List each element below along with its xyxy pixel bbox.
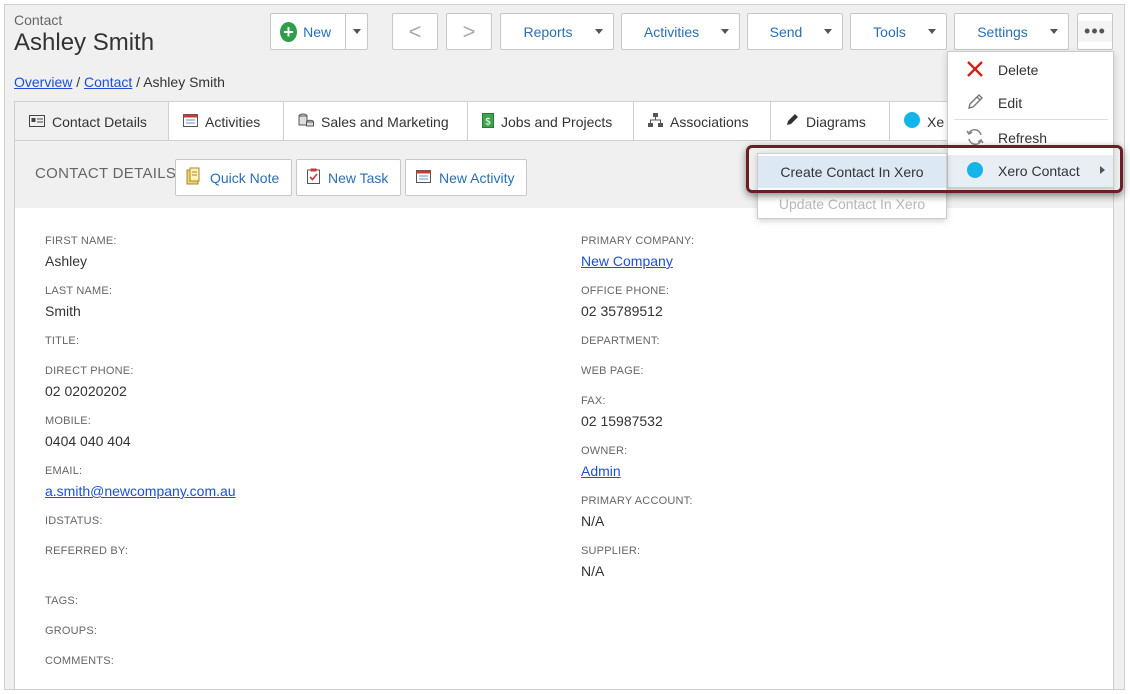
section-title: CONTACT DETAILS xyxy=(35,165,177,182)
callout-highlight xyxy=(746,145,1123,193)
field-first-name: FIRST NAME: Ashley xyxy=(45,235,117,269)
next-record-button[interactable]: > xyxy=(446,13,492,50)
clipboard-check-icon xyxy=(307,168,320,187)
breadcrumb-current: Ashley Smith xyxy=(143,74,225,90)
field-owner: OWNER: Admin xyxy=(581,445,628,479)
quick-note-button[interactable]: Quick Note xyxy=(175,159,293,196)
field-referred-by: REFERRED BY: xyxy=(45,545,129,557)
chevron-down-icon xyxy=(721,29,729,34)
record-tabs: Contact Details Activities Sales and Mar… xyxy=(14,101,949,141)
email-link[interactable]: a.smith@newcompany.com.au xyxy=(45,483,236,499)
new-task-button[interactable]: New Task xyxy=(296,159,402,196)
more-actions-button[interactable]: ••• xyxy=(1077,13,1113,50)
xero-icon xyxy=(904,112,920,131)
field-fax: FAX: 02 15987532 xyxy=(581,395,663,429)
breadcrumb-overview-link[interactable]: Overview xyxy=(14,74,72,90)
tab-associations[interactable]: Associations xyxy=(633,101,771,141)
tab-label: Jobs and Projects xyxy=(501,113,613,130)
tools-button[interactable]: Tools xyxy=(850,13,947,50)
new-task-label: New Task xyxy=(328,169,389,186)
tab-xero[interactable]: Xe xyxy=(889,101,949,141)
tab-diagrams[interactable]: Diagrams xyxy=(770,101,890,141)
menu-item-edit[interactable]: Edit xyxy=(948,87,1113,119)
settings-label: Settings xyxy=(977,23,1028,40)
field-title: TITLE: xyxy=(45,335,80,347)
tab-activities[interactable]: Activities xyxy=(168,101,284,141)
quick-note-label: Quick Note xyxy=(210,169,280,186)
tab-label: Activities xyxy=(205,113,261,130)
new-activity-label: New Activity xyxy=(439,169,515,186)
field-office-phone: OFFICE PHONE: 02 35789512 xyxy=(581,285,670,319)
plus-icon: + xyxy=(280,21,298,42)
breadcrumb: Overview / Contact / Ashley Smith xyxy=(14,74,225,90)
chevron-down-icon xyxy=(1050,29,1058,34)
field-primary-account: PRIMARY ACCOUNT: N/A xyxy=(581,495,693,529)
chevron-down-icon xyxy=(824,29,832,34)
pencil-icon xyxy=(960,93,990,114)
field-web-page: WEB PAGE: xyxy=(581,365,644,377)
field-primary-company: PRIMARY COMPANY: New Company xyxy=(581,235,695,269)
pencil-icon xyxy=(785,113,799,130)
hierarchy-icon xyxy=(648,112,663,131)
primary-company-link[interactable]: New Company xyxy=(581,253,694,269)
menu-item-delete[interactable]: Delete xyxy=(948,54,1113,86)
tab-contact-details[interactable]: Contact Details xyxy=(14,101,169,141)
new-activity-button[interactable]: New Activity xyxy=(405,159,528,196)
record-header: Contact Ashley Smith xyxy=(14,12,154,57)
field-groups: GROUPS: xyxy=(45,625,98,637)
field-mobile: MOBILE: 0404 040 404 xyxy=(45,415,131,449)
activities-button[interactable]: Activities xyxy=(621,13,740,50)
dollar-doc-icon: $ xyxy=(482,112,494,131)
field-comments: COMMENTS: xyxy=(45,655,115,667)
send-label: Send xyxy=(769,23,803,40)
reports-label: Reports xyxy=(523,23,573,40)
tab-label: Diagrams xyxy=(806,113,866,130)
tab-jobs-and-projects[interactable]: $ Jobs and Projects xyxy=(467,101,634,141)
tools-label: Tools xyxy=(873,23,906,40)
new-button-label: New xyxy=(303,23,332,40)
tab-label: Sales and Marketing xyxy=(321,113,449,130)
contact-details-panel: CONTACT DETAILS Quick Note New Task New … xyxy=(14,140,1114,690)
calendar-icon xyxy=(183,113,198,130)
field-last-name: LAST NAME: Smith xyxy=(45,285,113,319)
chevron-down-icon xyxy=(928,29,936,34)
chevron-down-icon xyxy=(595,29,603,34)
notepad-icon xyxy=(186,167,202,188)
activities-label: Activities xyxy=(643,23,700,40)
tab-label: Contact Details xyxy=(52,113,147,130)
chevron-down-icon[interactable] xyxy=(353,29,361,34)
previous-record-button[interactable]: < xyxy=(392,13,438,50)
page-title: Ashley Smith xyxy=(14,29,155,56)
calendar-icon xyxy=(416,169,431,186)
tab-label: Xe xyxy=(927,113,945,130)
tab-sales-and-marketing[interactable]: Sales and Marketing xyxy=(283,101,468,141)
breadcrumb-contact-link[interactable]: Contact xyxy=(84,74,132,90)
chevron-left-icon: < xyxy=(408,18,422,44)
field-direct-phone: DIRECT PHONE: 02 02020202 xyxy=(45,365,134,399)
svg-text:$: $ xyxy=(485,116,491,127)
field-department: DEPARTMENT: xyxy=(581,335,660,347)
close-icon xyxy=(960,60,990,81)
new-split-button[interactable]: + New xyxy=(270,13,368,50)
reports-button[interactable]: Reports xyxy=(500,13,614,50)
chevron-right-icon: > xyxy=(462,18,476,44)
field-supplier: SUPPLIER: N/A xyxy=(581,545,641,579)
send-button[interactable]: Send xyxy=(747,13,843,50)
field-email: EMAIL: a.smith@newcompany.com.au xyxy=(45,465,236,499)
tab-label: Associations xyxy=(670,113,749,130)
field-tags: TAGS: xyxy=(45,595,79,607)
settings-button[interactable]: Settings xyxy=(954,13,1069,50)
ellipsis-icon: ••• xyxy=(1078,21,1112,42)
entity-type-label: Contact xyxy=(14,12,63,28)
field-idstatus: IDSTATUS: xyxy=(45,515,103,527)
owner-link[interactable]: Admin xyxy=(581,463,627,479)
id-card-icon xyxy=(29,114,45,130)
coins-icon xyxy=(298,113,314,131)
